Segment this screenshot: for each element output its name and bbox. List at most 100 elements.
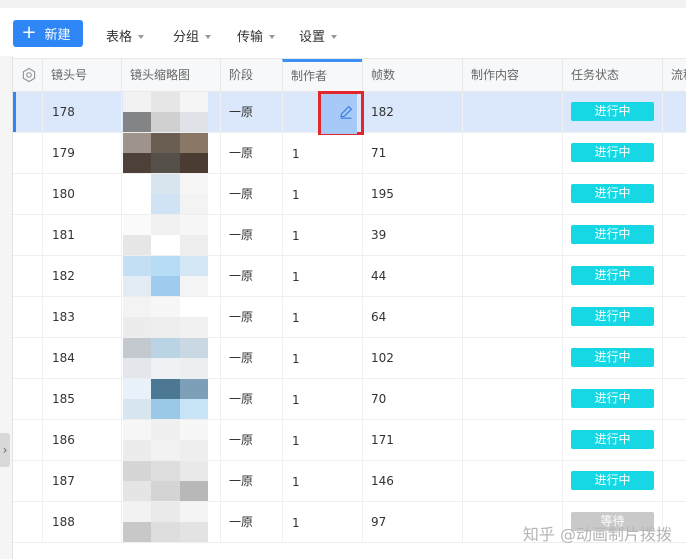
new-button[interactable]: + 新建: [13, 20, 83, 47]
cell-content[interactable]: [462, 461, 562, 501]
cell-process[interactable]: [662, 92, 686, 132]
cell-stage[interactable]: 一原: [220, 174, 282, 214]
cell-frames[interactable]: 44: [362, 256, 462, 296]
cell-thumbnail[interactable]: [121, 420, 220, 460]
cell-stage[interactable]: 一原: [220, 133, 282, 173]
cell-process[interactable]: [662, 256, 686, 296]
cell-content[interactable]: [462, 256, 562, 296]
status-badge[interactable]: 进行中: [571, 471, 654, 490]
cell-shot-number[interactable]: 183: [42, 297, 121, 337]
col-header-maker[interactable]: 制作者: [282, 59, 362, 91]
cell-maker[interactable]: 1: [282, 174, 362, 214]
table-row[interactable]: 186 一原 1 171 进行中: [13, 420, 686, 461]
cell-thumbnail[interactable]: [121, 174, 220, 214]
cell-shot-number[interactable]: 178: [42, 92, 121, 132]
cell-thumbnail[interactable]: [121, 92, 220, 132]
cell-stage[interactable]: 一原: [220, 256, 282, 296]
col-header-stage[interactable]: 阶段: [220, 59, 282, 91]
table-row[interactable]: 185 一原 1 70 进行中: [13, 379, 686, 420]
status-badge[interactable]: 进行中: [571, 266, 654, 285]
status-badge[interactable]: 进行中: [571, 307, 654, 326]
cell-status[interactable]: 进行中: [562, 174, 662, 214]
cell-maker[interactable]: 1: [282, 502, 362, 542]
col-header-content[interactable]: 制作内容: [462, 59, 562, 91]
status-badge[interactable]: 进行中: [571, 348, 654, 367]
cell-shot-number[interactable]: 187: [42, 461, 121, 501]
col-header-status[interactable]: 任务状态: [562, 59, 662, 91]
cell-process[interactable]: [662, 379, 686, 419]
cell-stage[interactable]: 一原: [220, 338, 282, 378]
cell-thumbnail[interactable]: [121, 256, 220, 296]
table-row[interactable]: 180 一原 1 195 进行中: [13, 174, 686, 215]
cell-process[interactable]: [662, 174, 686, 214]
cell-thumbnail[interactable]: [121, 379, 220, 419]
cell-thumbnail[interactable]: [121, 215, 220, 255]
cell-process[interactable]: [662, 420, 686, 460]
cell-shot-number[interactable]: 179: [42, 133, 121, 173]
cell-content[interactable]: [462, 379, 562, 419]
cell-stage[interactable]: 一原: [220, 297, 282, 337]
cell-frames[interactable]: 97: [362, 502, 462, 542]
cell-content[interactable]: [462, 133, 562, 173]
cell-process[interactable]: [662, 215, 686, 255]
cell-status[interactable]: 进行中: [562, 420, 662, 460]
cell-frames[interactable]: 39: [362, 215, 462, 255]
status-badge[interactable]: 进行中: [571, 143, 654, 162]
cell-maker[interactable]: 1: [282, 420, 362, 460]
col-header-process[interactable]: 流程: [662, 59, 686, 91]
cell-maker[interactable]: 1: [282, 297, 362, 337]
cell-thumbnail[interactable]: [121, 461, 220, 501]
cell-process[interactable]: [662, 461, 686, 501]
cell-frames[interactable]: 195: [362, 174, 462, 214]
table-row[interactable]: 184 一原 1 102 进行中: [13, 338, 686, 379]
cell-maker[interactable]: 1: [282, 338, 362, 378]
status-badge[interactable]: 进行中: [571, 102, 654, 121]
cell-shot-number[interactable]: 186: [42, 420, 121, 460]
cell-content[interactable]: [462, 92, 562, 132]
status-badge[interactable]: 进行中: [571, 389, 654, 408]
cell-maker[interactable]: 1: [282, 133, 362, 173]
cell-content[interactable]: [462, 215, 562, 255]
table-row[interactable]: 181 一原 1 39 进行中: [13, 215, 686, 256]
cell-shot-number[interactable]: 181: [42, 215, 121, 255]
cell-process[interactable]: [662, 338, 686, 378]
cell-thumbnail[interactable]: [121, 133, 220, 173]
cell-frames[interactable]: 64: [362, 297, 462, 337]
cell-status[interactable]: 进行中: [562, 92, 662, 132]
col-header-frames[interactable]: 帧数: [362, 59, 462, 91]
cell-stage[interactable]: 一原: [220, 379, 282, 419]
menu-table[interactable]: 表格: [106, 26, 145, 45]
cell-frames[interactable]: 102: [362, 338, 462, 378]
col-header-thumbnail[interactable]: 镜头缩略图: [121, 59, 220, 91]
cell-status[interactable]: 进行中: [562, 297, 662, 337]
cell-frames[interactable]: 171: [362, 420, 462, 460]
cell-stage[interactable]: 一原: [220, 420, 282, 460]
cell-frames[interactable]: 182: [362, 92, 462, 132]
table-row[interactable]: 187 一原 1 146 进行中: [13, 461, 686, 502]
cell-content[interactable]: [462, 420, 562, 460]
cell-shot-number[interactable]: 185: [42, 379, 121, 419]
cell-shot-number[interactable]: 182: [42, 256, 121, 296]
cell-status[interactable]: 进行中: [562, 256, 662, 296]
cell-status[interactable]: 进行中: [562, 379, 662, 419]
menu-settings[interactable]: 设置: [299, 26, 338, 45]
table-row[interactable]: 179 一原 1 71 进行中: [13, 133, 686, 174]
column-settings[interactable]: [13, 59, 42, 91]
edit-cell-highlight[interactable]: [318, 91, 364, 135]
table-row[interactable]: 182 一原 1 44 进行中: [13, 256, 686, 297]
status-badge[interactable]: 进行中: [571, 225, 654, 244]
cell-process[interactable]: [662, 297, 686, 337]
cell-shot-number[interactable]: 188: [42, 502, 121, 542]
cell-thumbnail[interactable]: [121, 297, 220, 337]
status-badge[interactable]: 进行中: [571, 430, 654, 449]
menu-group[interactable]: 分组: [173, 26, 212, 45]
cell-stage[interactable]: 一原: [220, 215, 282, 255]
cell-status[interactable]: 进行中: [562, 215, 662, 255]
cell-shot-number[interactable]: 184: [42, 338, 121, 378]
cell-frames[interactable]: 71: [362, 133, 462, 173]
cell-content[interactable]: [462, 338, 562, 378]
cell-status[interactable]: 进行中: [562, 133, 662, 173]
cell-process[interactable]: [662, 133, 686, 173]
cell-shot-number[interactable]: 180: [42, 174, 121, 214]
col-header-shot[interactable]: 镜头号: [42, 59, 121, 91]
